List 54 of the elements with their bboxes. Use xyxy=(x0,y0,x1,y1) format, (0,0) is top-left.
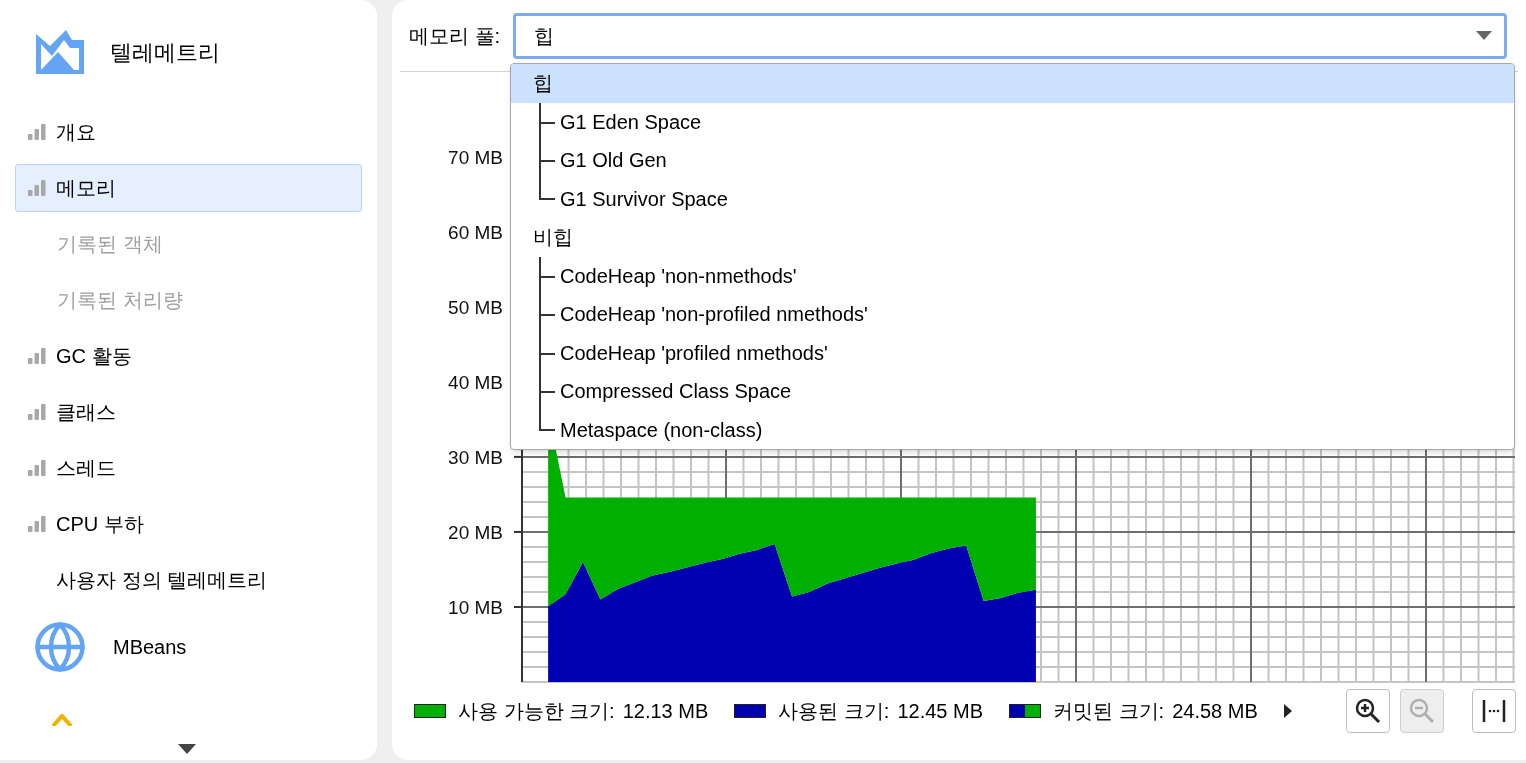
toolbar-button[interactable] xyxy=(1472,689,1516,733)
globe-icon xyxy=(33,620,87,674)
axis-tick-label: 50 MB xyxy=(448,296,503,318)
signal-bars-icon xyxy=(28,180,46,196)
nav-item[interactable]: 스레드 xyxy=(15,444,362,492)
fit-width-icon xyxy=(1481,698,1507,724)
section-title: MBeans xyxy=(113,635,187,660)
signal-bars-icon xyxy=(28,124,46,140)
legend-value: 12.13 MB xyxy=(622,699,709,724)
legend-swatch xyxy=(414,704,446,718)
dropdown-option[interactable]: G1 Survivor Space xyxy=(559,183,728,214)
dropdown-option[interactable]: 힙 xyxy=(511,64,1514,103)
mountain-chart-logo-icon xyxy=(36,30,84,74)
nav-item[interactable]: 사용자 정의 텔레메트리 xyxy=(15,556,362,604)
axis-tick-label: 20 MB xyxy=(448,521,503,543)
axis-tick-label: 60 MB xyxy=(448,221,503,243)
signal-bars-icon xyxy=(28,460,46,476)
dropdown-option[interactable]: Metaspace (non-class) xyxy=(559,414,763,445)
axis-tick-label: 70 MB xyxy=(448,146,503,168)
chevron-up-icon xyxy=(51,714,73,726)
dropdown-option[interactable]: CodeHeap 'non-profiled nmethods' xyxy=(559,299,868,330)
nav-item[interactable]: CPU 부하 xyxy=(15,500,362,548)
dropdown-option[interactable]: G1 Old Gen xyxy=(559,145,667,176)
nav-item[interactable]: GC 활동 xyxy=(15,332,362,380)
axis-tick-label: 30 MB xyxy=(448,446,503,468)
signal-bars-icon xyxy=(28,348,46,364)
section-title: 텔레메트리 xyxy=(110,38,220,67)
pool-select[interactable]: 힙 xyxy=(513,12,1507,59)
nav-item[interactable]: 클래스 xyxy=(15,388,362,436)
nav-item[interactable]: 개요 xyxy=(15,108,362,156)
dropdown-option[interactable]: Compressed Class Space xyxy=(559,376,792,407)
nav-item[interactable]: 메모리 xyxy=(15,164,362,212)
dropdown-option[interactable]: 비힙 xyxy=(511,218,1514,257)
axis-tick-label: 40 MB xyxy=(448,371,503,393)
axis-tick-label: 10 MB xyxy=(448,596,503,618)
field-label: 메모리 풀: xyxy=(409,23,501,49)
legend-label: 커밋된 크기: xyxy=(1053,699,1165,724)
zoom-out-icon xyxy=(1409,698,1435,724)
legend-label: 사용된 크기: xyxy=(778,699,890,724)
zoom-in-icon xyxy=(1355,698,1381,724)
legend-value: 24.58 MB xyxy=(1172,699,1258,724)
expand-triangle-icon[interactable] xyxy=(1283,704,1292,718)
legend-swatch xyxy=(734,704,767,718)
legend-value: 12.45 MB xyxy=(897,699,983,724)
dropdown-option[interactable]: CodeHeap 'non-nmethods' xyxy=(559,260,797,291)
legend-swatch xyxy=(1009,704,1041,718)
toolbar-button[interactable] xyxy=(1346,689,1390,733)
dropdown-caret-icon xyxy=(1476,31,1492,40)
signal-bars-icon xyxy=(28,404,46,420)
dropdown-option[interactable]: G1 Eden Space xyxy=(559,106,702,137)
scroll-down-arrow-icon[interactable] xyxy=(178,744,196,754)
signal-bars-icon xyxy=(28,516,46,532)
legend-label: 사용 가능한 크기: xyxy=(458,699,615,724)
dropdown-option[interactable]: CodeHeap 'profiled nmethods' xyxy=(559,337,828,368)
